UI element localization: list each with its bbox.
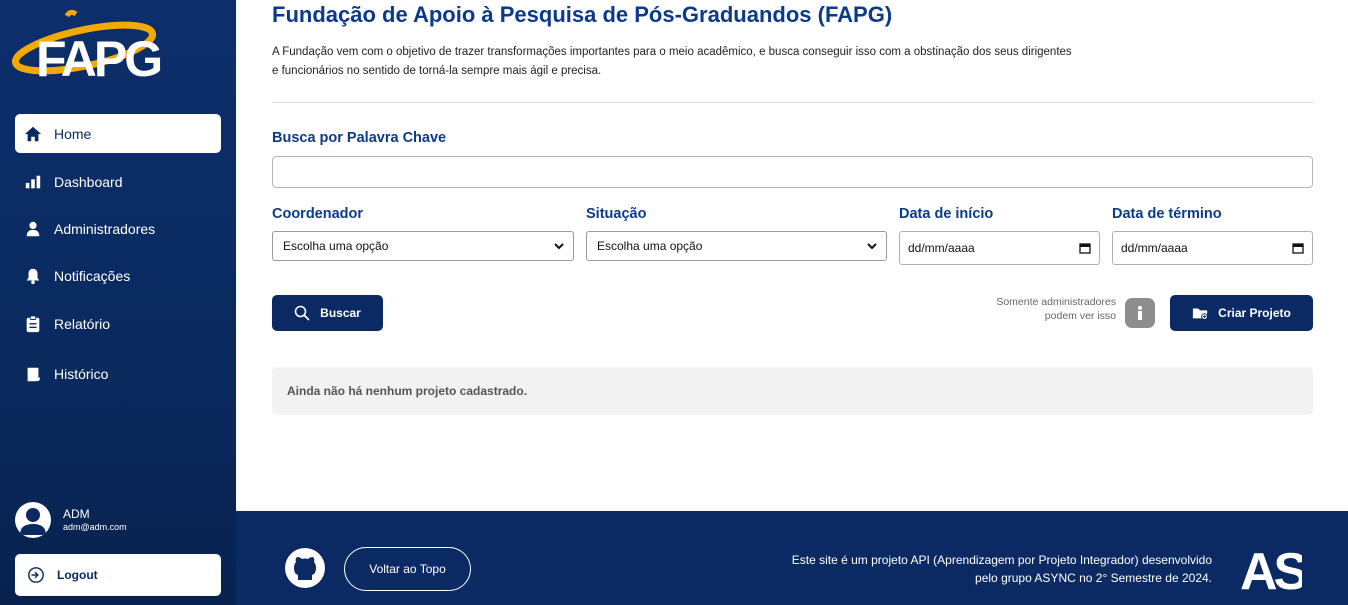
user-name: ADM (63, 507, 90, 521)
coordenador-label: Coordenador (272, 206, 364, 222)
footer-line: pelo grupo ASYNC no 2° Semestre de 2024. (975, 571, 1212, 585)
admin-only-note: Somente administradores podem ver isso (960, 295, 1116, 323)
sidebar-item-notificacoes[interactable]: Notificações (15, 256, 221, 295)
sidebar-item-label: Notificações (54, 267, 131, 284)
scroll-icon (23, 364, 43, 384)
sidebar: FAPG Home Dashboard Administradores Noti… (0, 0, 236, 605)
sidebar-item-relatorio[interactable]: Relatório (15, 304, 221, 343)
data-inicio-value: dd/mm/aaaa (908, 241, 975, 255)
coordenador-select[interactable]: Escolha uma opção (272, 231, 574, 261)
criar-projeto-label: Criar Projeto (1218, 306, 1291, 320)
buscar-label: Buscar (320, 306, 361, 320)
logout-button[interactable]: Logout (15, 554, 221, 596)
bell-icon (23, 266, 43, 286)
data-inicio-input[interactable]: dd/mm/aaaa (899, 231, 1100, 265)
user-email: adm@adm.com (63, 522, 127, 532)
sidebar-item-label: Administradores (54, 220, 156, 237)
home-icon (23, 124, 43, 144)
logout-icon (28, 567, 44, 583)
svg-text:AS: AS (1240, 545, 1302, 591)
situacao-selected: Escolha uma opção (597, 239, 703, 253)
page-description: A Fundação vem com o objetivo de trazer … (272, 43, 1112, 81)
chevron-down-icon (554, 243, 564, 250)
footer: Voltar ao Topo Este site é um projeto AP… (236, 511, 1348, 605)
data-termino-input[interactable]: dd/mm/aaaa (1112, 231, 1313, 265)
svg-text:FAPG: FAPG (36, 31, 160, 84)
criar-projeto-button[interactable]: Criar Projeto (1170, 295, 1313, 331)
divider (272, 102, 1313, 103)
admin-note-line: podem ver isso (1044, 310, 1116, 322)
user-icon (23, 219, 43, 239)
info-button[interactable] (1125, 298, 1155, 328)
sidebar-item-dashboard[interactable]: Dashboard (15, 162, 221, 201)
keyword-search-input[interactable] (272, 156, 1313, 188)
chevron-down-icon (867, 243, 877, 250)
sidebar-item-historico[interactable]: Histórico (15, 354, 221, 393)
folder-plus-icon (1193, 308, 1208, 320)
user-profile[interactable]: ADM adm@adm.com (15, 502, 127, 538)
data-inicio-label: Data de início (899, 206, 994, 222)
buscar-button[interactable]: Buscar (272, 295, 383, 331)
sidebar-item-label: Home (54, 125, 92, 142)
footer-line: Este site é um projeto API (Aprendizagem… (791, 553, 1212, 567)
search-icon (294, 305, 310, 321)
clipboard-icon (23, 314, 43, 334)
situacao-select[interactable]: Escolha uma opção (586, 231, 887, 261)
fapg-logo[interactable]: FAPG (12, 8, 167, 84)
sidebar-item-administradores[interactable]: Administradores (15, 209, 221, 248)
coordenador-selected: Escolha uma opção (283, 239, 389, 253)
sidebar-item-label: Relatório (54, 315, 111, 332)
sidebar-item-label: Histórico (54, 365, 109, 382)
avatar (15, 502, 51, 538)
sidebar-item-home[interactable]: Home (15, 114, 221, 153)
back-to-top-button[interactable]: Voltar ao Topo (344, 547, 471, 591)
empty-projects-message: Ainda não há nenhum projeto cadastrado. (272, 367, 1313, 415)
async-logo: AS (1240, 545, 1302, 591)
footer-credits: Este site é um projeto API (Aprendizagem… (752, 551, 1212, 587)
calendar-icon[interactable] (1292, 242, 1304, 254)
bar-chart-icon (23, 172, 43, 192)
description-line: A Fundação vem com o objetivo de trazer … (272, 46, 1072, 58)
github-icon[interactable] (284, 547, 326, 589)
description-line: e funcionários no sentido de torná-la se… (272, 65, 602, 77)
logout-label: Logout (57, 568, 98, 582)
admin-note-line: Somente administradores (996, 296, 1116, 308)
calendar-icon[interactable] (1079, 242, 1091, 254)
page-title: Fundação de Apoio à Pesquisa de Pós-Grad… (272, 2, 893, 27)
data-termino-value: dd/mm/aaaa (1121, 241, 1188, 255)
data-termino-label: Data de término (1112, 206, 1222, 222)
info-icon (1138, 306, 1142, 320)
sidebar-item-label: Dashboard (54, 173, 123, 190)
situacao-label: Situação (586, 206, 647, 222)
search-label: Busca por Palavra Chave (272, 130, 447, 146)
empty-message-text: Ainda não há nenhum projeto cadastrado. (287, 384, 528, 398)
